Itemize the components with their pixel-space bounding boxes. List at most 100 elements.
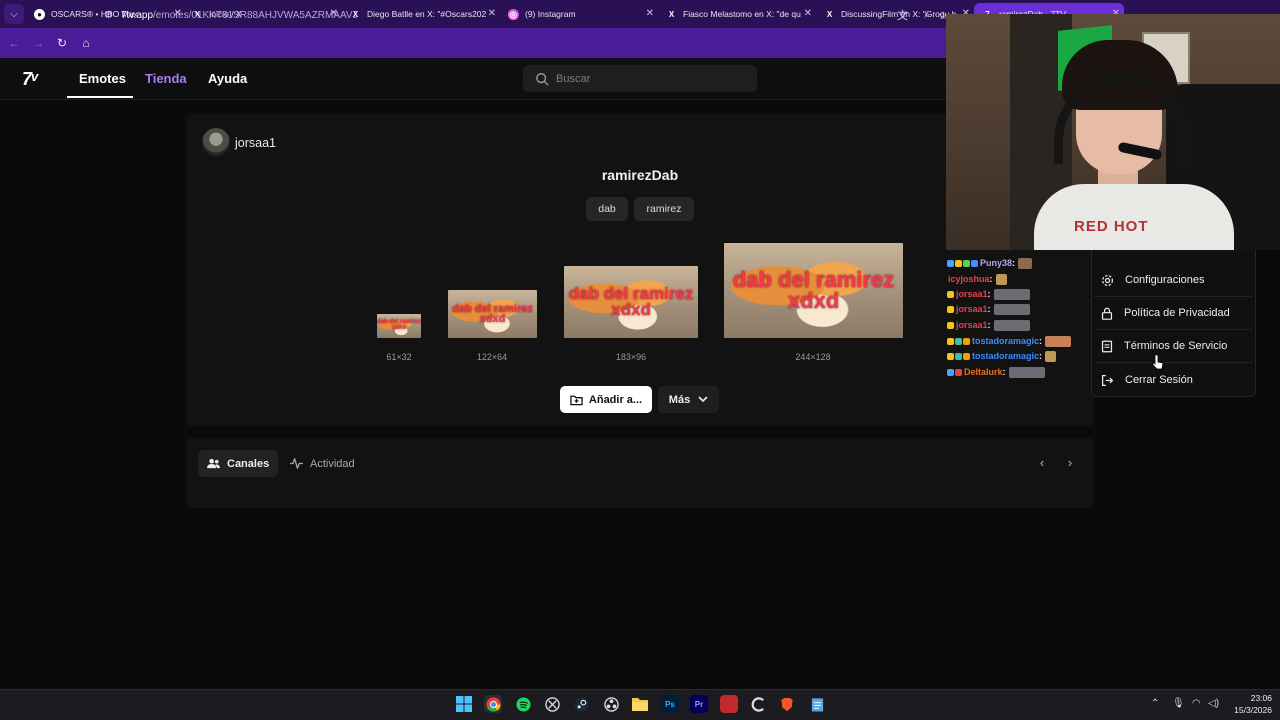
reload-icon[interactable]: ↻ <box>50 31 74 55</box>
steam-icon[interactable] <box>572 695 590 713</box>
menu-item-privacidad[interactable]: Política de Privacidad <box>1099 299 1249 327</box>
chat-badge-icon <box>955 259 962 267</box>
logout-icon <box>1102 374 1114 386</box>
tab-canales[interactable]: Canales <box>198 450 278 477</box>
home-icon[interactable]: ⌂ <box>74 31 98 55</box>
search-icon <box>536 72 549 86</box>
photoshop-label: Ps <box>665 699 675 709</box>
size-label-3x: 183×96 <box>615 352 647 362</box>
7tv-logo[interactable]: 7v <box>22 69 38 90</box>
tab-actividad[interactable]: Actividad <box>282 450 368 477</box>
menu-item-terminos[interactable]: Términos de Servicio <box>1099 332 1249 360</box>
menu-item-label: Política de Privacidad <box>1124 307 1230 319</box>
site-info-icon[interactable]: ⚙ <box>104 10 113 21</box>
chat-badge-icon <box>955 352 962 360</box>
premiere-icon[interactable]: Pr <box>690 695 708 713</box>
lock-icon <box>1101 307 1113 320</box>
back-arrow-icon[interactable]: ← <box>2 31 26 55</box>
nav-ayuda[interactable]: Ayuda <box>208 71 247 86</box>
size-label-1x: 61×32 <box>386 352 412 362</box>
chat-badge-icon <box>963 337 970 345</box>
chat-badge-icon <box>947 259 954 267</box>
emote-preview-2x: dab del ramirez xdxd <box>448 290 537 338</box>
hbo-icon: ● <box>34 8 45 20</box>
preview-caption: dab del ramirez xdxd <box>568 283 694 319</box>
tag-dab[interactable]: dab <box>586 197 628 221</box>
file-explorer-icon[interactable] <box>631 695 649 713</box>
search-bar[interactable] <box>523 65 757 92</box>
emote-preview-4x: dab del ramirez xdxd <box>724 243 903 338</box>
forward-arrow-icon[interactable]: → <box>26 31 50 55</box>
chat-badge-icon <box>971 259 978 267</box>
gear-icon <box>1102 274 1113 286</box>
chrome-icon[interactable] <box>484 695 502 713</box>
avatar[interactable] <box>202 128 230 156</box>
chat-emote-icon <box>1045 350 1057 362</box>
chevron-left-icon[interactable]: ‹ <box>1034 455 1050 471</box>
chat-badge-icon <box>947 321 954 329</box>
windows-start-icon[interactable] <box>455 695 473 713</box>
wifi-icon[interactable]: ◠ <box>1192 698 1201 709</box>
chat-username: jorsaa1 <box>956 289 988 299</box>
shirt-print: RED HOT <box>1074 218 1149 235</box>
add-to-button[interactable]: Añadir a... <box>560 386 652 413</box>
tab-search-chevron-icon[interactable]: ⌵ <box>4 4 24 24</box>
preview-caption: dab del ramirez xdxd <box>732 266 895 313</box>
microphone-icon[interactable]: 🎙︎ <box>1172 698 1185 709</box>
active-nav-underline <box>67 96 133 98</box>
ccleaner-icon[interactable] <box>749 695 767 713</box>
chat-message: Puny38: <box>947 256 1033 270</box>
volume-icon[interactable]: ◁) <box>1208 698 1219 709</box>
app-icon[interactable] <box>720 695 738 713</box>
chat-username: tostadoramagic <box>972 336 1040 346</box>
tab-canales-label: Canales <box>227 457 270 470</box>
chat-message: jorsaa1: <box>947 287 1030 301</box>
chat-badge-icon <box>955 337 962 345</box>
chat-colon: : <box>1002 367 1006 377</box>
more-button[interactable]: Más <box>658 386 719 413</box>
add-to-label: Añadir a... <box>588 393 643 406</box>
nav-tienda[interactable]: Tienda <box>145 71 187 86</box>
tray-chevron-up-icon[interactable]: ⌃ <box>1151 698 1159 709</box>
chat-username: jorsaa1 <box>956 320 988 330</box>
spotify-icon[interactable] <box>514 695 532 713</box>
nav-emotes[interactable]: Emotes <box>79 71 126 86</box>
menu-divider <box>1094 296 1252 297</box>
chat-badge-icon <box>947 337 954 345</box>
tab-actividad-label: Actividad <box>310 457 355 470</box>
search-input[interactable] <box>556 72 746 85</box>
chevron-down-icon <box>698 396 708 403</box>
chat-emote-icon <box>1018 257 1033 269</box>
tag-ramirez[interactable]: ramirez <box>634 197 694 221</box>
chat-username: jorsaa1 <box>956 304 988 314</box>
menu-item-cerrar-sesion[interactable]: Cerrar Sesión <box>1099 366 1249 394</box>
brave-icon[interactable] <box>778 695 796 713</box>
chat-badge-icon <box>947 290 954 298</box>
more-label: Más <box>668 393 691 406</box>
chat-badge-icon <box>963 259 970 267</box>
clock-time[interactable]: 23:06 <box>1232 693 1272 703</box>
zoom-icon[interactable]: ⌕ <box>924 9 930 22</box>
clock-date[interactable]: 15/3/2026 <box>1222 705 1272 715</box>
chat-emote-icon <box>1045 335 1072 347</box>
chat-colon: : <box>987 289 991 299</box>
chevron-right-icon[interactable]: › <box>1062 455 1078 471</box>
menu-item-label: Cerrar Sesión <box>1125 374 1193 386</box>
emote-title: ramirezDab <box>601 167 679 183</box>
uploader-name[interactable]: jorsaa1 <box>235 136 276 150</box>
chat-badge-icon <box>963 352 970 360</box>
menu-item-configuraciones[interactable]: Configuraciones <box>1099 266 1249 294</box>
xbox-icon[interactable] <box>543 695 561 713</box>
address-bar[interactable]: ⚙ 7tv.app/emotes/01KKT61SR88AHJVWA5AZRMA… <box>104 4 948 26</box>
chat-emote-icon <box>1008 366 1045 378</box>
webcam-overlay: RED HOT <box>946 14 1280 250</box>
chat-message: jorsaa1: <box>947 302 1030 316</box>
notepad-icon[interactable] <box>808 695 826 713</box>
chat-emote-icon <box>993 303 1030 315</box>
preview-caption: dab del ramirez xdxd <box>377 319 421 331</box>
photoshop-icon[interactable]: Ps <box>661 695 679 713</box>
translate-icon[interactable]: 文 <box>897 7 908 23</box>
obs-icon[interactable] <box>602 695 620 713</box>
chat-colon: : <box>987 320 991 330</box>
menu-item-label: Términos de Servicio <box>1124 340 1228 352</box>
